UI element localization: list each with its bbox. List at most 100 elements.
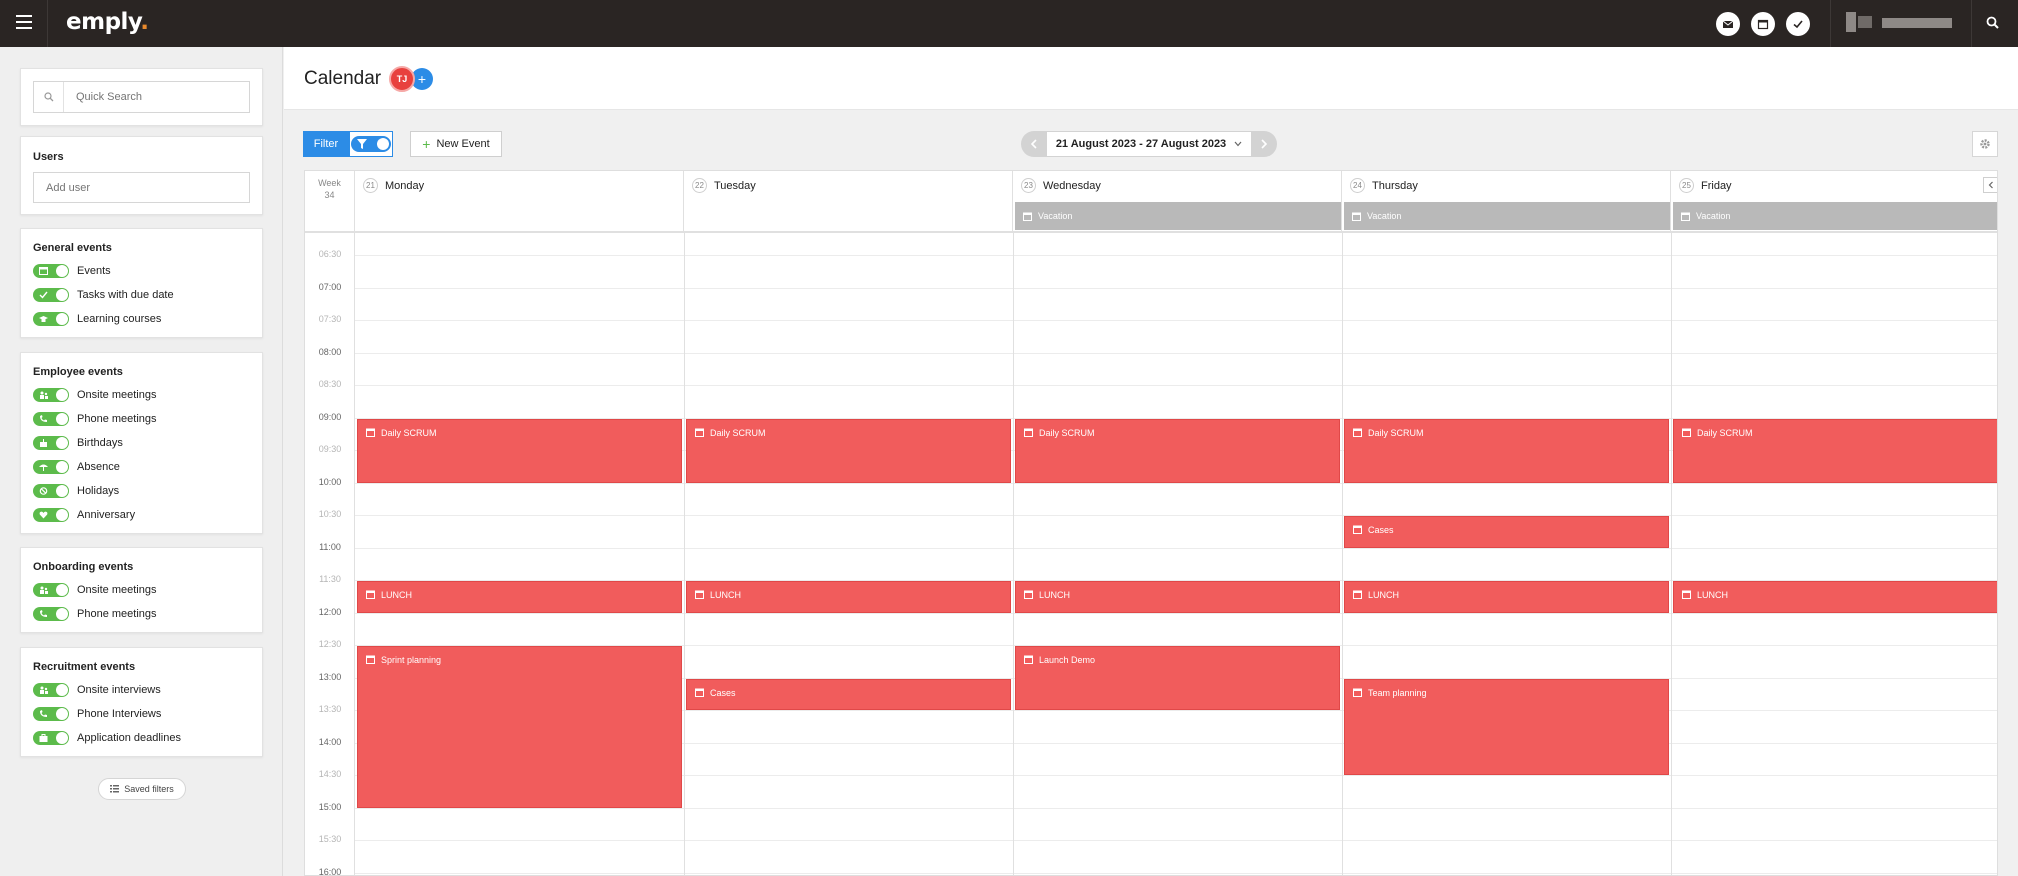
toggle-row-onboarding-phone[interactable]: Phone meetings [33,605,157,623]
time-label: 08:30 [318,379,342,389]
calendar-icon [1681,212,1690,221]
calendar-event[interactable]: LUNCH [1673,581,1997,613]
time-gridline [355,840,1997,841]
birthdays-toggle[interactable] [33,436,69,450]
users-panel: Users [20,136,263,215]
list-icon [110,785,120,793]
day-header[interactable]: 25 Friday Vacation [1671,171,1997,233]
calendar-event[interactable]: Daily SCRUM [686,418,1011,483]
application-deadlines-toggle[interactable] [33,731,69,745]
toggle-label: Anniversary [77,509,136,521]
filter-toggle[interactable] [351,136,391,152]
calendar-event[interactable]: LUNCH [357,581,682,613]
onsite-interviews-toggle[interactable] [33,683,69,697]
toggle-row-holidays[interactable]: Holidays [33,482,119,500]
time-gridline [355,385,1997,386]
tasks-button[interactable] [1786,12,1810,36]
anniversary-toggle[interactable] [33,508,69,522]
toggle-row-phone[interactable]: Phone meetings [33,410,157,428]
briefcase-icon [39,734,48,742]
toggle-row-onsite[interactable]: Onsite meetings [33,386,156,404]
onboarding-phone-toggle[interactable] [33,607,69,621]
day-header[interactable]: 23 Wednesday Vacation [1013,171,1342,233]
absence-toggle[interactable] [33,460,69,474]
mail-button[interactable] [1716,12,1740,36]
calendar-event[interactable]: Cases [686,678,1011,710]
time-gridline [355,352,1997,354]
allday-event-title: Vacation [1696,211,1731,221]
date-range-label: 21 August 2023 - 27 August 2023 [1055,138,1227,150]
menu-icon[interactable] [16,15,32,29]
user-menu[interactable] [1846,10,1956,36]
onsite-meetings-toggle[interactable] [33,388,69,402]
logo[interactable]: emply. [66,9,149,35]
toggle-row-anniversary[interactable]: Anniversary [33,506,135,524]
day-header[interactable]: 22 Tuesday [684,171,1013,233]
calendar-icon [1353,688,1362,697]
onboarding-onsite-toggle[interactable] [33,583,69,597]
toggle-row-tasks[interactable]: Tasks with due date [33,286,174,304]
day-divider [1671,233,1672,875]
graduation-cap-icon [39,316,48,322]
add-user-input[interactable] [34,173,244,203]
event-title: LUNCH [710,590,742,600]
prev-week-button[interactable] [1021,131,1047,157]
toggle-row-events[interactable]: Events [33,262,111,280]
sidebar: Users General events Events Tasks with d… [0,47,283,876]
phone-interviews-toggle[interactable] [33,707,69,721]
calendar-settings-button[interactable] [1972,131,1998,157]
learning-toggle[interactable] [33,312,69,326]
tasks-toggle[interactable] [33,288,69,302]
allday-event[interactable]: Vacation [1673,202,1997,230]
toggle-row-phone-interviews[interactable]: Phone Interviews [33,705,161,723]
calendar-event[interactable]: Daily SCRUM [357,418,682,483]
filter-toggle-wrap[interactable] [349,131,393,157]
allday-event[interactable]: Vacation [1344,202,1670,230]
phone-meetings-toggle[interactable] [33,412,69,426]
saved-filters-button[interactable]: Saved filters [98,778,186,800]
calendar-icon [1024,428,1033,437]
calendar-event[interactable]: Daily SCRUM [1344,418,1669,483]
next-week-button[interactable] [1251,131,1277,157]
time-gridline [355,547,1997,549]
time-label: 15:00 [318,801,342,812]
calendar-event[interactable]: LUNCH [686,581,1011,613]
filter-button[interactable]: Filter [303,131,349,157]
time-gridline [355,255,1997,256]
new-event-button[interactable]: + New Event [410,131,502,157]
time-label: 09:00 [318,411,342,422]
calendar-event[interactable]: Launch Demo [1015,646,1340,710]
add-user-box[interactable] [33,172,250,203]
calendar-event[interactable]: Sprint planning [357,646,682,808]
time-label: 12:00 [318,606,342,617]
toggle-row-birthdays[interactable]: Birthdays [33,434,123,452]
day-divider [1342,233,1343,875]
toggle-row-onboarding-onsite[interactable]: Onsite meetings [33,581,156,599]
allday-event[interactable]: Vacation [1015,202,1341,230]
calendar-event[interactable]: Team planning [1344,678,1669,775]
quick-search-input[interactable] [64,91,244,103]
calendar-event[interactable]: Daily SCRUM [1673,418,1997,483]
toggle-label: Holidays [77,485,120,497]
calendar-button[interactable] [1751,12,1775,36]
calendar-event[interactable]: LUNCH [1015,581,1340,613]
toggle-row-learning[interactable]: Learning courses [33,310,161,328]
calendar-event[interactable]: LUNCH [1344,581,1669,613]
avatar[interactable]: TJ [389,66,415,92]
event-title: Daily SCRUM [1697,427,1753,438]
search-icon[interactable] [1985,15,2001,31]
toggle-row-deadlines[interactable]: Application deadlines [33,729,181,747]
toggle-row-interviews[interactable]: Onsite interviews [33,681,161,699]
day-header[interactable]: 21 Monday [355,171,684,233]
toggle-row-absence[interactable]: Absence [33,458,120,476]
calendar-event[interactable]: Cases [1344,516,1669,548]
collapse-button[interactable] [1983,177,1997,193]
date-range-select[interactable]: 21 August 2023 - 27 August 2023 [1047,131,1251,157]
day-name: Wednesday [1043,180,1101,192]
time-label: 11:30 [319,574,341,584]
calendar-event[interactable]: Daily SCRUM [1015,418,1340,483]
day-header[interactable]: 24 Thursday Vacation [1342,171,1671,233]
quick-search-box[interactable] [33,81,250,113]
holidays-toggle[interactable] [33,484,69,498]
events-toggle[interactable] [33,264,69,278]
